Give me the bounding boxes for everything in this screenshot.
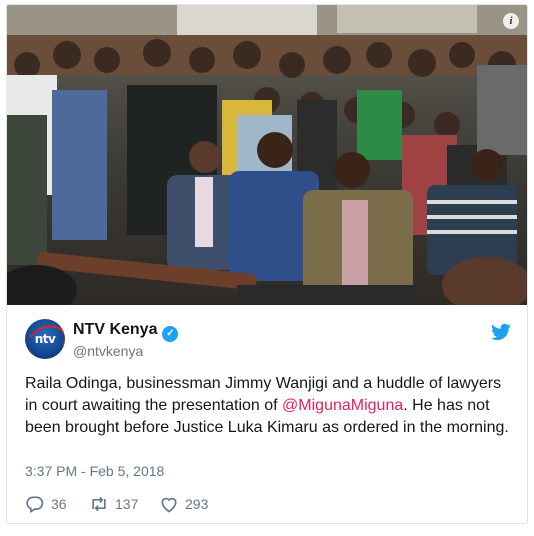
retweet-icon xyxy=(92,496,106,512)
tweet-timestamp[interactable]: 3:37 PM - Feb 5, 2018 xyxy=(25,463,164,479)
author-name-text: NTV Kenya xyxy=(73,321,158,338)
mention-link[interactable]: @MigunaMiguna xyxy=(282,397,403,414)
reply-icon xyxy=(26,496,44,513)
like-button[interactable]: 293 xyxy=(159,493,208,515)
avatar[interactable]: ntv xyxy=(25,319,65,359)
avatar-logo: ntv xyxy=(34,332,56,346)
tweet-text: Raila Odinga, businessman Jimmy Wanjigi … xyxy=(25,373,515,439)
twitter-bird-icon[interactable] xyxy=(491,323,511,341)
tweet-photo[interactable]: i xyxy=(7,5,527,305)
verified-icon: ✓ xyxy=(162,326,179,342)
retweet-button[interactable]: 137 xyxy=(89,493,138,515)
info-icon[interactable]: i xyxy=(503,13,519,29)
retweet-count: 137 xyxy=(115,496,139,512)
tweet-actions: 36 137 293 xyxy=(25,493,325,515)
reply-button[interactable]: 36 xyxy=(25,493,67,515)
author-handle[interactable]: @ntvkenya xyxy=(73,343,143,359)
like-icon xyxy=(161,497,177,513)
tweet-card[interactable]: i ntv NTV Kenya ✓ @ntvkenya Raila Odinga,… xyxy=(6,4,528,524)
like-count: 293 xyxy=(185,496,209,512)
author-name[interactable]: NTV Kenya ✓ xyxy=(73,321,179,342)
tweet-header: ntv NTV Kenya ✓ @ntvkenya xyxy=(25,319,515,361)
courtroom-photo xyxy=(7,5,527,305)
reply-count: 36 xyxy=(51,496,67,512)
